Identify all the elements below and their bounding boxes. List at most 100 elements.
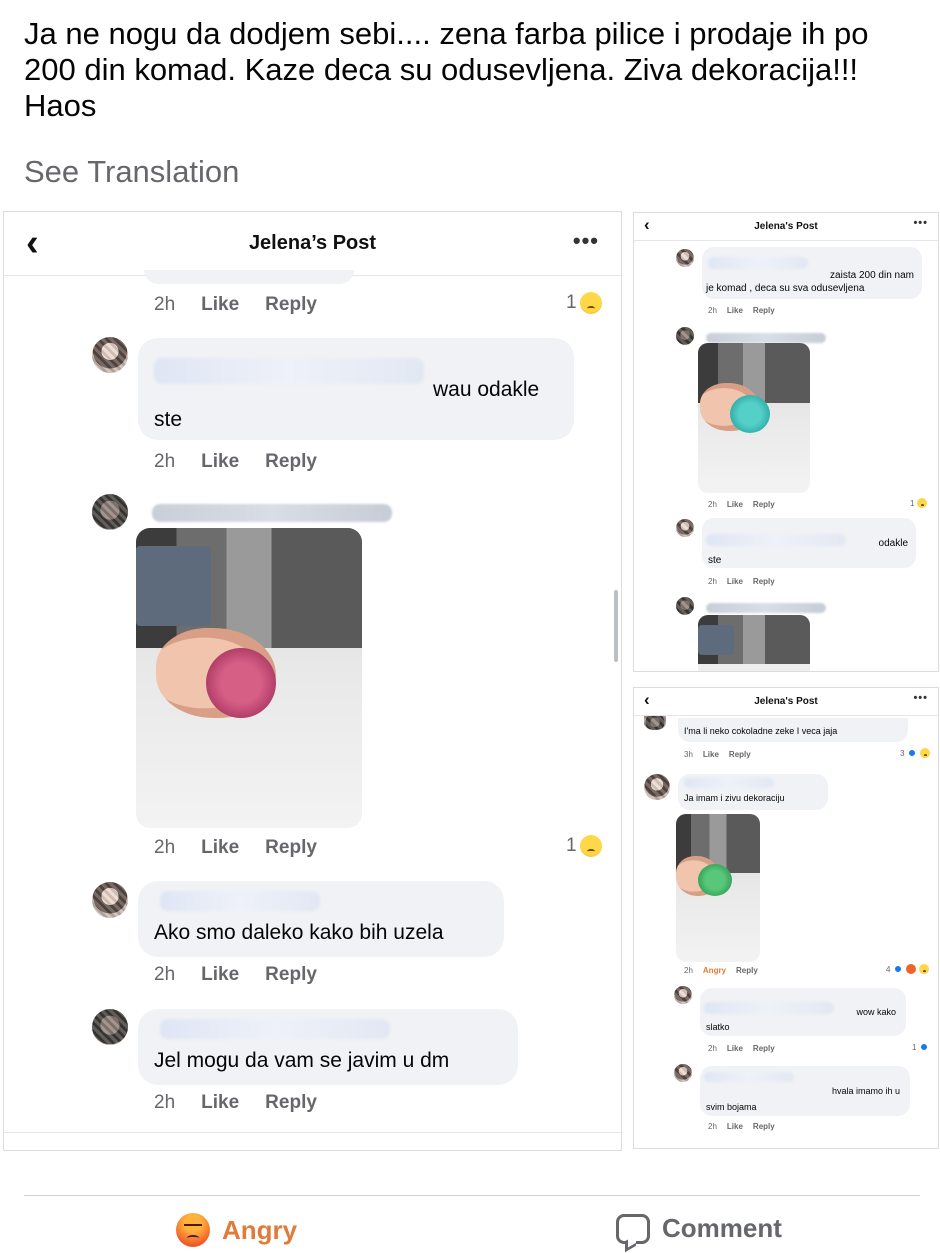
reply-button[interactable]: Reply [729,750,751,759]
top-right-screenshot: ‹ Jelena's Post ••• zaista 200 din nam j… [633,212,939,672]
comment-bubble: Jel mogu da vam se javim u dm [138,1009,518,1085]
blurred-username [160,1019,390,1039]
avatar[interactable] [676,519,694,537]
angry-reaction-button[interactable]: Angry [176,1213,297,1247]
photo-object [698,625,734,655]
avatar[interactable] [92,494,128,530]
more-options-icon[interactable]: ••• [573,228,599,254]
like-button[interactable]: Like [201,1092,239,1114]
reaction-count-value: 1 [566,292,577,313]
blurred-username [706,333,826,343]
avatar[interactable] [92,337,128,373]
comment-time: 2h [708,306,717,315]
avatar[interactable] [644,716,666,730]
reply-button[interactable]: Reply [736,966,758,975]
comment-meta: 2h Like Reply [708,500,775,509]
comment-photo[interactable] [698,615,810,671]
comment-meta: 3h Like Reply [684,750,751,759]
like-button[interactable]: Like [727,306,743,315]
action-divider [24,1195,920,1196]
reply-button[interactable]: Reply [753,1122,775,1131]
teal-chick [730,395,770,433]
comment-photo[interactable] [676,814,760,962]
comment-text: Ako smo daleko kako bih uzela [154,921,444,944]
reply-button[interactable]: Reply [753,306,775,315]
comment-text: hvala imamo ih u [831,1086,900,1096]
like-button[interactable]: Like [727,1044,743,1053]
angry-reaction-button[interactable]: Angry [703,966,726,975]
comment-bubble: odakle ste [702,518,916,568]
reply-button[interactable]: Reply [265,294,317,316]
avatar[interactable] [676,249,694,267]
avatar[interactable] [674,986,692,1004]
comment-text: slatko [706,1022,730,1032]
blurred-username [708,257,808,269]
reaction-count[interactable]: 3 [900,748,931,758]
reaction-count-value: 1 [912,1042,917,1052]
reaction-count[interactable]: 1 [566,292,602,314]
avatar[interactable] [674,1064,692,1082]
comment-meta: 2h Like Reply [708,306,775,315]
more-options-icon[interactable]: ••• [913,217,928,229]
post-header: ‹ Jelena’s Post ••• [4,212,621,276]
sad-reaction-icon [579,292,602,314]
reaction-count[interactable]: 4 [886,964,930,974]
reply-button[interactable]: Reply [753,500,775,509]
more-options-icon[interactable]: ••• [913,692,928,704]
like-reaction-icon [919,1042,930,1052]
avatar[interactable] [92,1009,128,1045]
comment-bubble: Ja imam i zivu dekoraciju [678,774,828,810]
comment-text: odakle [878,538,908,549]
avatar[interactable] [644,774,670,800]
comment-text: je komad , deca su sva odusevljena [706,283,865,294]
like-button[interactable]: Like [201,451,239,473]
blurred-username [152,504,392,522]
like-button[interactable]: Like [201,294,239,316]
comment-time: 2h [154,451,176,472]
like-button[interactable]: Like [727,500,743,509]
reaction-count[interactable]: 1 [912,1042,930,1052]
reply-button[interactable]: Reply [265,1092,317,1114]
comment-meta: 2h Like Reply [708,577,775,586]
sad-reaction-icon [579,835,602,857]
comment-meta: 2h Like Reply [708,1122,775,1131]
blurred-username [706,603,826,613]
reply-button[interactable]: Reply [753,1044,775,1053]
reaction-count[interactable]: 1 [566,835,602,857]
like-button[interactable]: Like [727,1122,743,1131]
see-translation-link[interactable]: See Translation [24,154,239,190]
comment-bubble: wau odakle ste [138,338,574,440]
comment-text: wow kako [856,1007,896,1017]
comment-time: 2h [684,966,693,975]
like-button[interactable]: Like [201,837,239,859]
reaction-count[interactable]: 1 [910,498,928,508]
comment-photo[interactable] [698,343,810,493]
reply-button[interactable]: Reply [265,451,317,473]
angry-face-icon [176,1213,210,1247]
avatar[interactable] [92,882,128,918]
avatar[interactable] [676,327,694,345]
comment-text: ste [708,555,722,566]
like-button[interactable]: Like [703,750,719,759]
angry-reaction-icon [906,964,917,974]
avatar[interactable] [676,597,694,615]
blurred-username [160,891,320,911]
comment-meta: 2h Angry Reply [684,966,758,975]
comment-meta: 2h Like Reply [154,294,317,316]
comment-meta: 2h Like Reply [154,837,317,859]
like-button[interactable]: Like [201,964,239,986]
scrollbar[interactable] [614,590,618,662]
comment-bubble: I'ma li neko cokoladne zeke I veca jaja [678,718,908,742]
angry-label: Angry [222,1214,298,1245]
blurred-username [154,358,424,384]
comment-meta: 2h Like Reply [154,451,317,473]
reply-button[interactable]: Reply [265,837,317,859]
comment-time: 2h [154,837,176,858]
post-title: Jelena's Post [754,696,818,707]
like-button[interactable]: Like [727,577,743,586]
comment-photo[interactable] [136,528,362,828]
comment-icon [616,1213,650,1244]
reply-button[interactable]: Reply [265,964,317,986]
reply-button[interactable]: Reply [753,577,775,586]
comment-button[interactable]: Comment [616,1213,782,1244]
